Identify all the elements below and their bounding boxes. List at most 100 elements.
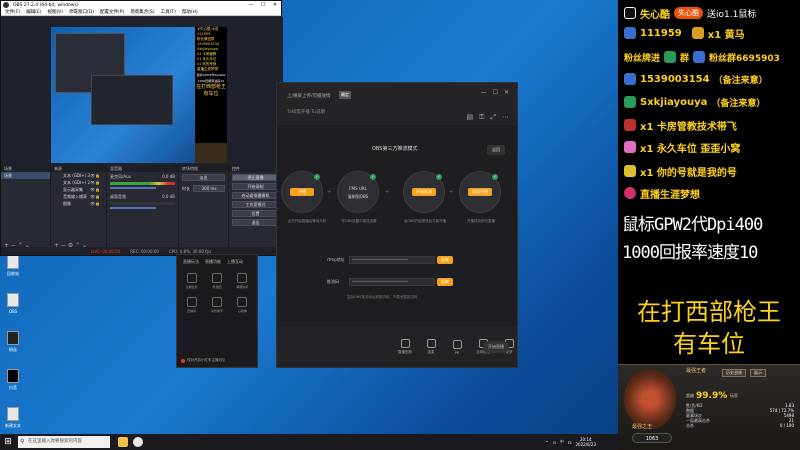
menu-docks[interactable]: 停靠窗口(D) [69,9,94,15]
network-icon[interactable]: ⊡ [553,440,556,445]
virtual-camera-button[interactable]: 启动虚拟摄像机 [232,192,279,199]
stream-key-input[interactable]: **************************** [349,278,435,286]
rtmp-input[interactable]: **************************** [349,256,435,264]
warning-dot-icon [181,358,185,363]
menu-tools[interactable]: 工具(T) [161,9,176,15]
desktop-icon-recycle[interactable]: 回收站 [2,255,24,287]
minimize-icon[interactable]: — [481,89,487,96]
bottom-item-mic[interactable]: 连麦 [423,339,439,355]
transition-select[interactable]: 淡出 [182,174,225,181]
duration-input[interactable]: 300 ms [193,185,225,192]
feature-item[interactable]: 弹幕助手 [232,273,253,293]
step-desc: 点击开始直播后等待几秒 [287,219,327,223]
return-button[interactable]: 返回 [487,145,505,155]
close-icon[interactable]: ✕ [269,2,281,8]
step-desc: 点OBS开始推流后才能开播 [403,219,447,223]
more-icon[interactable]: ⋯ [502,113,509,122]
step-3[interactable]: ✓ 开始推流 [403,171,445,213]
menu-profile[interactable]: 配置文件(P) [100,9,124,15]
live-companion-window[interactable]: 上/横屏上传/可播放情 确定 Ta如需开播 Tu说明 — ☐ ✕ ▤ ⚿ ⤢ ⋯… [276,82,518,368]
tray-expand-icon[interactable]: ^ [545,440,548,445]
menu-scene-collection[interactable]: 场景集合(S) [130,9,154,15]
volume-slider[interactable] [110,187,156,189]
menu-file[interactable]: 文件(F) [5,9,20,15]
feature-item[interactable]: 心愿单 [232,297,253,317]
studio-mode-button[interactable]: 工作室模式 [232,201,279,208]
scene-item[interactable]: 场景 [1,172,50,179]
tab-interact[interactable]: 上播互动 [227,259,243,265]
step-2[interactable]: ✓ FMS URL 复制到OBS [337,171,379,213]
sources-dock: 来源 文本 (GDI+) 3 👁🔒 文本 (GDI+) 2 👁🔒 显示器采集 👁🔒 音… [51,165,107,249]
source-item[interactable]: 文本 (GDI+) 2 👁🔒 [51,179,106,186]
phone-icon [7,331,19,345]
menu-view[interactable]: 视图(V) [47,9,63,15]
feature-item[interactable]: 直播间 [181,297,202,317]
overlay-row: 1539003154 （备注来意） [624,70,768,88]
copy-key-button[interactable]: 复制 [437,278,453,286]
volume-icon[interactable]: ☊ [568,440,572,445]
obs-taskbar-icon[interactable] [133,437,143,447]
rank-tab[interactable]: 展示 [750,369,766,377]
bottom-item-replay[interactable]: 直播回放 [397,339,413,355]
obs-titlebar[interactable]: OBS 27.2.4 (64-bit, windows) — ☐ ✕ [1,1,281,9]
feature-item[interactable]: 主播任务 [181,273,202,293]
lock-icon[interactable]: ⚿ [479,113,484,122]
windows-start-icon[interactable]: ⊞ [0,434,16,450]
expand-icon[interactable]: ⤢ [490,113,496,122]
mixer-channel[interactable]: 桌面音频 0.0 dB [107,192,178,212]
close-icon[interactable]: ✕ [504,89,509,96]
wish-icon [237,297,248,307]
rank-tabs: 历史战绩 展示 [722,369,766,377]
menu-help[interactable]: 帮助(H) [182,9,198,15]
minimize-icon[interactable]: — [245,2,257,8]
taskbar-clock[interactable]: 20:14 2022/6/23 [575,437,596,447]
desktop-icons: 回收站 OBS 粉丝 抖音 新建文本 [2,255,24,445]
exit-button[interactable]: 退出 [232,219,279,226]
eye-lock-icon[interactable]: 👁🔒 [90,193,106,200]
overlay-name: Sxkjiayouya [640,96,708,108]
settings-button[interactable]: 设置 [232,210,279,217]
bottom-item-pk[interactable]: PK [449,339,465,355]
menu-edit[interactable]: 编辑(E) [26,9,41,15]
volume-slider[interactable] [110,207,156,209]
eye-lock-icon[interactable]: 👁🔒 [90,172,106,179]
feature-item[interactable]: 房管助手 [206,297,227,317]
eye-lock-icon[interactable]: 👁🔒 [90,179,106,186]
source-item[interactable]: 显示器采集 👁🔒 [51,186,106,193]
obs-preview[interactable]: ★失心酷 ★送 111959 粉丝牌进群 1539003154 Sxkjiayo… [1,17,283,165]
eye-lock-icon[interactable]: 👁🔒 [90,186,106,193]
rank-tab[interactable]: 历史战绩 [722,369,746,377]
companion-user: Ta如需开播 Tu说明 [287,109,325,115]
step-1[interactable]: ✓ 开播 [281,171,323,213]
desktop-icon-douyin[interactable]: 抖音 [2,369,24,401]
step-label: FMS URL [349,186,367,191]
gold-bar-icon [691,27,704,39]
overlay-gift: x1 永久车位 歪歪小窝 [640,143,741,155]
rank-emblem-icon [624,369,676,429]
confirm-button[interactable]: 确定 [339,91,351,99]
source-item[interactable]: 文本 (GDI+) 3 👁🔒 [51,172,106,179]
source-item[interactable]: 音频输入捕获 👁🔒 [51,193,106,200]
stop-streaming-button[interactable]: 停止直播 [232,174,279,181]
taskbar-search[interactable]: 在这里输入你要搜索的内容 [18,436,110,448]
source-item[interactable]: 图像 👁🔒 [51,200,106,207]
desktop-icon-obs[interactable]: OBS [2,293,24,325]
tab-functions[interactable]: 直播功能 [205,259,221,265]
step-4[interactable]: ✓ 成功开播 [459,171,501,213]
start-live-button[interactable]: 开始直播 [483,341,509,353]
mixer-channel[interactable]: 麦克风/Aux 0.0 dB [107,172,178,192]
tab-play[interactable]: 直播玩法 [183,259,199,265]
overlay-gift: 粉丝群6695903 [709,53,780,64]
maximize-icon[interactable]: ☐ [493,89,498,96]
obs-window[interactable]: OBS 27.2.4 (64-bit, windows) — ☐ ✕ 文件(F)… [0,0,283,256]
list-icon[interactable]: ▤ [466,113,473,122]
rank-pct-prefix: 超越 [686,393,694,398]
desktop-icon-fans[interactable]: 粉丝 [2,331,24,363]
copy-rtmp-button[interactable]: 复制 [437,256,453,264]
feature-item[interactable]: 粉丝团 [206,273,227,293]
maximize-icon[interactable]: ☐ [257,2,269,8]
file-explorer-icon[interactable] [118,437,128,447]
ime-icon[interactable]: 中 [560,439,564,445]
start-recording-button[interactable]: 开始录制 [232,183,279,190]
eye-lock-icon[interactable]: 👁🔒 [90,200,106,207]
